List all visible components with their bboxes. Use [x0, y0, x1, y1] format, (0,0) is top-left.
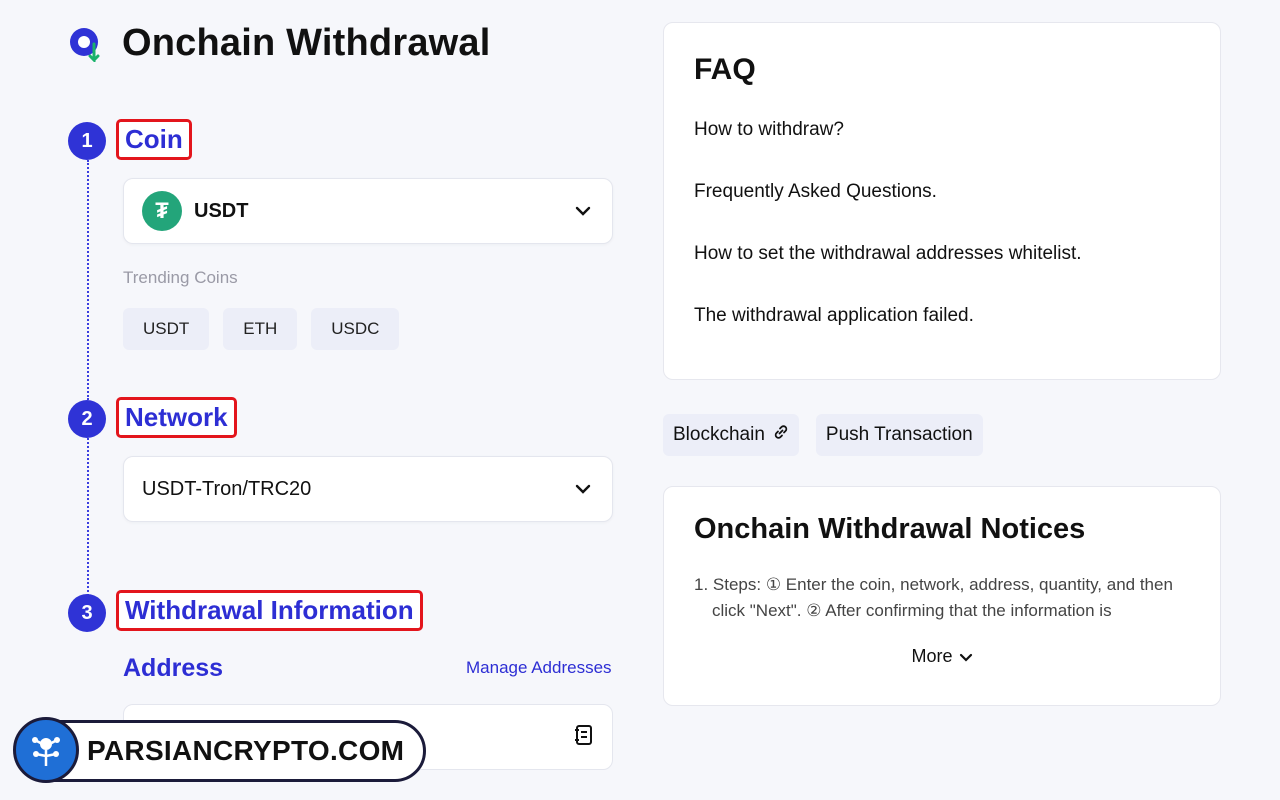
step-3-label: Withdrawal Information: [116, 590, 423, 631]
more-button[interactable]: More: [694, 646, 1190, 667]
step-connector: [87, 438, 89, 596]
push-transaction-button[interactable]: Push Transaction: [815, 414, 983, 456]
header: Onchain Withdrawal: [68, 22, 491, 65]
faq-item[interactable]: The withdrawal application failed.: [694, 305, 1190, 367]
chevron-down-icon: [959, 646, 973, 667]
faq-title: FAQ: [694, 53, 756, 86]
watermark-text: PARSIANCRYPTO.COM: [87, 735, 405, 766]
more-label: More: [911, 646, 953, 666]
trending-coins-label: Trending Coins: [123, 268, 238, 287]
coin-select[interactable]: ₮ USDT: [123, 178, 613, 244]
notices-title: Onchain Withdrawal Notices: [694, 513, 1086, 545]
chevron-down-icon: [572, 478, 594, 500]
manage-addresses-link[interactable]: Manage Addresses: [466, 658, 612, 678]
step-1-badge: 1: [68, 122, 106, 160]
trending-coin-usdt[interactable]: USDT: [123, 308, 210, 350]
watermark-badge: PARSIANCRYPTO.COM: [13, 717, 426, 783]
blockchain-button[interactable]: Blockchain: [663, 414, 799, 456]
link-icon: [773, 424, 789, 446]
faq-item[interactable]: How to withdraw?: [694, 119, 1190, 181]
faq-item[interactable]: How to set the withdrawal addresses whit…: [694, 243, 1190, 305]
trending-coin-usdc[interactable]: USDC: [311, 308, 400, 350]
step-2-badge: 2: [68, 400, 106, 438]
network-select-value: USDT-Tron/TRC20: [142, 477, 312, 500]
withdrawal-form-panel: Onchain Withdrawal 1 Coin ₮ USDT Trendin…: [0, 0, 640, 800]
trending-coin-eth[interactable]: ETH: [223, 308, 298, 350]
notices-card: Onchain Withdrawal Notices 1. Steps: ① E…: [663, 486, 1221, 706]
coin-select-value: USDT: [194, 199, 249, 222]
notice-step: 1. Steps: ① Enter the coin, network, add…: [694, 575, 1173, 620]
watermark-logo-icon: [13, 717, 79, 783]
withdrawal-logo-icon: [68, 26, 104, 64]
blockchain-label: Blockchain: [673, 424, 765, 445]
address-book-icon[interactable]: [574, 724, 594, 751]
tether-icon: ₮: [142, 191, 182, 231]
page-title: Onchain Withdrawal: [122, 22, 491, 64]
chevron-down-icon: [572, 200, 594, 222]
faq-item[interactable]: Frequently Asked Questions.: [694, 181, 1190, 243]
step-1-label: Coin: [116, 119, 192, 160]
chain-actions: Blockchain Push Transaction: [663, 414, 983, 456]
address-label: Address: [123, 654, 224, 682]
step-connector: [87, 160, 89, 400]
step-3-badge: 3: [68, 594, 106, 632]
step-2-label: Network: [116, 397, 237, 438]
trending-coins-list: USDT ETH USDC: [123, 308, 400, 350]
network-select[interactable]: USDT-Tron/TRC20: [123, 456, 613, 522]
faq-card: FAQ How to withdraw? Frequently Asked Qu…: [663, 22, 1221, 380]
